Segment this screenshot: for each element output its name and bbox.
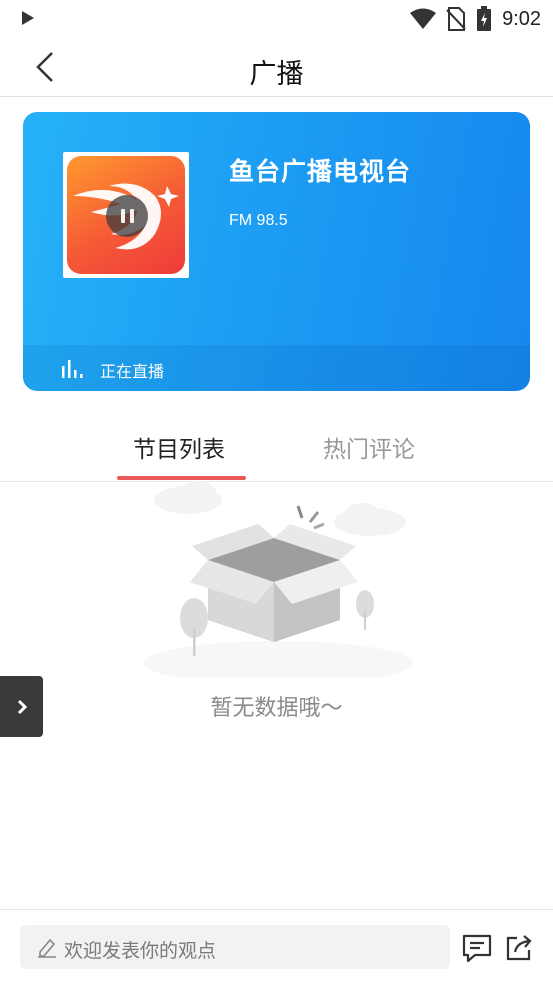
radio-station-card: 鱼台广播电视台 FM 98.5 正在直播 xyxy=(23,112,530,391)
tab-hot-comments[interactable]: 热门评论 xyxy=(323,430,415,464)
comment-icon[interactable] xyxy=(461,932,493,964)
live-status-bar: 正在直播 xyxy=(23,345,530,391)
app-header: 广播 xyxy=(0,38,553,97)
status-bar: 9:02 xyxy=(0,0,553,38)
station-frequency: FM 98.5 xyxy=(229,212,288,229)
wifi-icon xyxy=(410,8,437,29)
content-tabs: 节目列表 热门评论 xyxy=(0,412,553,482)
page-title: 广播 xyxy=(249,59,304,90)
tab-program-list[interactable]: 节目列表 xyxy=(133,430,225,464)
pause-button[interactable] xyxy=(106,195,148,237)
chevron-right-icon xyxy=(17,699,27,714)
battery-charging-icon xyxy=(477,6,492,31)
share-icon[interactable] xyxy=(503,932,535,964)
live-bars-icon xyxy=(62,360,83,378)
pause-icon-bar-right xyxy=(129,209,134,223)
empty-box-illustration xyxy=(143,481,413,678)
pen-icon xyxy=(38,938,56,958)
station-cover xyxy=(63,152,189,278)
status-time: 9:02 xyxy=(502,7,541,30)
status-icons: 9:02 xyxy=(410,6,541,32)
play-indicator-icon xyxy=(22,11,34,25)
empty-state-message: 暂无数据哦～ xyxy=(210,696,343,721)
pause-icon-bar-left xyxy=(120,209,125,223)
station-name: 鱼台广播电视台 xyxy=(229,157,412,186)
live-status-label: 正在直播 xyxy=(100,362,165,381)
side-drawer-handle[interactable] xyxy=(0,676,43,737)
no-sim-icon xyxy=(446,7,466,31)
comment-bar: 欢迎发表你的观点 xyxy=(0,909,553,983)
comment-placeholder: 欢迎发表你的观点 xyxy=(64,940,217,962)
station-logo xyxy=(67,156,185,274)
comment-input[interactable]: 欢迎发表你的观点 xyxy=(20,925,450,969)
